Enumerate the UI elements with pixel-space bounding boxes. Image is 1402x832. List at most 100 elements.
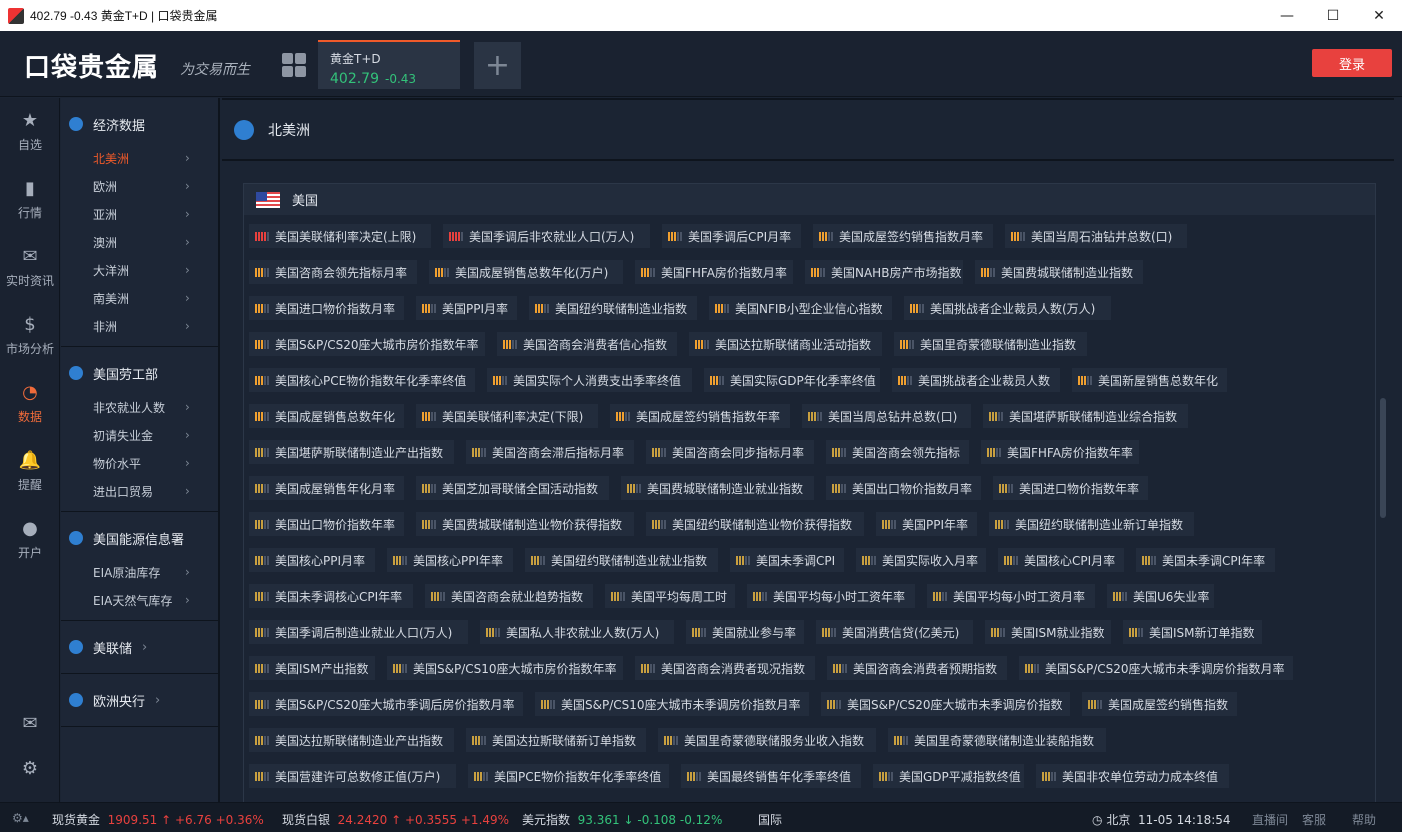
indicator-chip[interactable]: 美国PPI月率 — [416, 296, 517, 320]
category-item[interactable]: 非农就业人数 › — [61, 393, 218, 421]
indicator-chip[interactable]: 美国咨商会消费者现况指数 — [635, 656, 815, 680]
indicator-chip[interactable]: 美国纽约联储制造业新订单指数 — [989, 512, 1194, 536]
indicator-chip[interactable]: 美国实际收入月率 — [856, 548, 986, 572]
settings-icon[interactable]: ⚙ — [0, 748, 60, 788]
category-item[interactable]: 非洲 › — [61, 312, 218, 340]
statusbar-link[interactable]: 客服 — [1302, 811, 1326, 828]
nav-item-2[interactable]: ✉ 实时资讯 — [0, 234, 60, 300]
indicator-chip[interactable]: 美国成屋签约销售指数 — [1082, 692, 1237, 716]
indicator-chip[interactable]: 美国进口物价指数年率 — [993, 476, 1148, 500]
indicator-chip[interactable]: 美国未季调核心CPI年率 — [249, 584, 413, 608]
indicator-chip[interactable]: 美国纽约联储制造业指数 — [529, 296, 697, 320]
indicator-chip[interactable]: 美国当周石油钻井总数(口) — [1005, 224, 1187, 248]
indicator-chip[interactable]: 美国咨商会消费者预期指数 — [827, 656, 1007, 680]
close-button[interactable]: ✕ — [1356, 0, 1402, 31]
indicator-chip[interactable]: 美国核心CPI月率 — [998, 548, 1124, 572]
indicator-chip[interactable]: 美国核心PPI月率 — [249, 548, 375, 572]
indicator-chip[interactable]: 美国ISM就业指数 — [985, 620, 1111, 644]
indicator-chip[interactable]: 美国消费信贷(亿美元) — [816, 620, 973, 644]
nav-item-3[interactable]: $ 市场分析 — [0, 302, 60, 368]
indicator-chip[interactable]: 美国NFIB小型企业信心指数 — [709, 296, 892, 320]
indicator-chip[interactable]: 美国S&P/CS20座大城市房价指数年率 — [249, 332, 485, 356]
ticker-item[interactable]: 现货黄金 1909.51 ↑ +6.76 +0.36% — [52, 811, 264, 828]
indicator-chip[interactable]: 美国费城联储制造业物价获得指数 — [416, 512, 634, 536]
indicator-chip[interactable]: 美国美联储利率决定(下限) — [416, 404, 598, 428]
category-item[interactable]: 进出口贸易 › — [61, 477, 218, 505]
indicator-chip[interactable]: 美国成屋签约销售指数年率 — [610, 404, 790, 428]
indicator-chip[interactable]: 美国咨商会同步指标月率 — [646, 440, 814, 464]
indicator-chip[interactable]: 美国出口物价指数年率 — [249, 512, 404, 536]
category-header-eia[interactable]: 美国能源信息署 — [61, 518, 218, 558]
indicator-chip[interactable]: 美国季调后制造业就业人口(万人) — [249, 620, 468, 644]
indicator-chip[interactable]: 美国堪萨斯联储制造业产出指数 — [249, 440, 454, 464]
indicator-chip[interactable]: 美国未季调CPI — [730, 548, 844, 572]
category-item[interactable]: 南美洲 › — [61, 284, 218, 312]
indicator-chip[interactable]: 美国GDP平减指数终值 — [873, 764, 1024, 788]
indicator-chip[interactable]: 美国最终销售年化季率终值 — [681, 764, 861, 788]
indicator-chip[interactable]: 美国出口物价指数月率 — [826, 476, 981, 500]
indicator-chip[interactable]: 美国S&P/CS20座大城市未季调房价指数 — [821, 692, 1070, 716]
ticker-truncated[interactable]: 国际 — [758, 811, 782, 828]
nav-item-6[interactable]: ● 开户 — [0, 506, 60, 572]
indicator-chip[interactable]: 美国芝加哥联储全国活动指数 — [416, 476, 609, 500]
indicator-chip[interactable]: 美国平均每小时工资年率 — [747, 584, 915, 608]
category-item[interactable]: EIA天然气库存 › — [61, 586, 218, 614]
indicator-chip[interactable]: 美国咨商会领先指标 — [826, 440, 969, 464]
indicator-chip[interactable]: 美国咨商会领先指标月率 — [249, 260, 417, 284]
indicator-chip[interactable]: 美国美联储利率决定(上限) — [249, 224, 431, 248]
settings-toggle-icon[interactable]: ⚙▴ — [12, 811, 29, 825]
login-button[interactable]: 登录 — [1312, 49, 1392, 77]
indicator-chip[interactable]: 美国PCE物价指数年化季率终值 — [468, 764, 669, 788]
indicator-chip[interactable]: 美国ISM新订单指数 — [1123, 620, 1262, 644]
indicator-chip[interactable]: 美国实际个人消费支出季率终值 — [487, 368, 692, 392]
category-item[interactable]: 欧洲 › — [61, 172, 218, 200]
category-header-econ[interactable]: 经济数据 — [61, 104, 218, 144]
indicator-chip[interactable]: 美国U6失业率 — [1107, 584, 1214, 608]
nav-item-5[interactable]: 🔔 提醒 — [0, 438, 60, 504]
indicator-chip[interactable]: 美国咨商会就业趋势指数 — [425, 584, 593, 608]
indicator-chip[interactable]: 美国费城联储制造业指数 — [975, 260, 1143, 284]
indicator-chip[interactable]: 美国成屋签约销售指数月率 — [813, 224, 993, 248]
indicator-chip[interactable]: 美国核心PPI年率 — [387, 548, 513, 572]
indicator-chip[interactable]: 美国FHFA房价指数月率 — [635, 260, 793, 284]
indicator-chip[interactable]: 美国堪萨斯联储制造业综合指数 — [983, 404, 1188, 428]
indicator-chip[interactable]: 美国成屋销售总数年化 — [249, 404, 404, 428]
scrollbar[interactable] — [1380, 398, 1386, 518]
indicator-chip[interactable]: 美国咨商会消费者信心指数 — [497, 332, 677, 356]
add-tab-button[interactable]: + — [474, 42, 521, 89]
mail-icon[interactable]: ✉ — [0, 703, 60, 743]
category-item[interactable]: 澳洲 › — [61, 228, 218, 256]
nav-item-1[interactable]: ▮ 行情 — [0, 166, 60, 232]
indicator-chip[interactable]: 美国费城联储制造业就业指数 — [621, 476, 814, 500]
indicator-chip[interactable]: 美国成屋销售年化月率 — [249, 476, 404, 500]
indicator-chip[interactable]: 美国挑战者企业裁员人数 — [892, 368, 1060, 392]
indicator-chip[interactable]: 美国私人非农就业人数(万人) — [480, 620, 674, 644]
statusbar-link[interactable]: 直播间 — [1252, 811, 1288, 828]
indicator-chip[interactable]: 美国新屋销售总数年化 — [1072, 368, 1227, 392]
category-item[interactable]: 初请失业金 › — [61, 421, 218, 449]
grid-menu-icon[interactable] — [282, 53, 306, 77]
indicator-chip[interactable]: 美国S&P/CS20座大城市未季调房价指数月率 — [1019, 656, 1293, 680]
indicator-chip[interactable]: 美国里奇蒙德联储服务业收入指数 — [658, 728, 876, 752]
category-item[interactable]: 大洋洲 › — [61, 256, 218, 284]
indicator-chip[interactable]: 美国纽约联储制造业就业指数 — [525, 548, 718, 572]
nav-item-0[interactable]: ★ 自选 — [0, 98, 60, 164]
indicator-chip[interactable]: 美国PPI年率 — [876, 512, 977, 536]
category-item[interactable]: 亚洲 › — [61, 200, 218, 228]
indicator-chip[interactable]: 美国当周总钻井总数(口) — [802, 404, 971, 428]
maximize-button[interactable]: ☐ — [1310, 0, 1356, 31]
category-header-ecb[interactable]: 欧洲央行 › — [61, 680, 218, 720]
indicator-chip[interactable]: 美国达拉斯联储新订单指数 — [466, 728, 646, 752]
category-item[interactable]: 物价水平 › — [61, 449, 218, 477]
category-item[interactable]: EIA原油库存 › — [61, 558, 218, 586]
indicator-chip[interactable]: 美国FHFA房价指数年率 — [981, 440, 1139, 464]
indicator-chip[interactable]: 美国营建许可总数修正值(万户) — [249, 764, 456, 788]
ticker-item[interactable]: 美元指数 93.361 ↓ -0.108 -0.12% — [522, 811, 722, 828]
statusbar-link[interactable]: 帮助 — [1352, 811, 1376, 828]
indicator-chip[interactable]: 美国平均每小时工资月率 — [927, 584, 1095, 608]
nav-item-4[interactable]: ◔ 数据 — [0, 370, 60, 436]
indicator-chip[interactable]: 美国S&P/CS10座大城市未季调房价指数月率 — [535, 692, 809, 716]
indicator-chip[interactable]: 美国S&P/CS10座大城市房价指数年率 — [387, 656, 623, 680]
indicator-chip[interactable]: 美国季调后非农就业人口(万人) — [443, 224, 650, 248]
minimize-button[interactable]: — — [1264, 0, 1310, 31]
